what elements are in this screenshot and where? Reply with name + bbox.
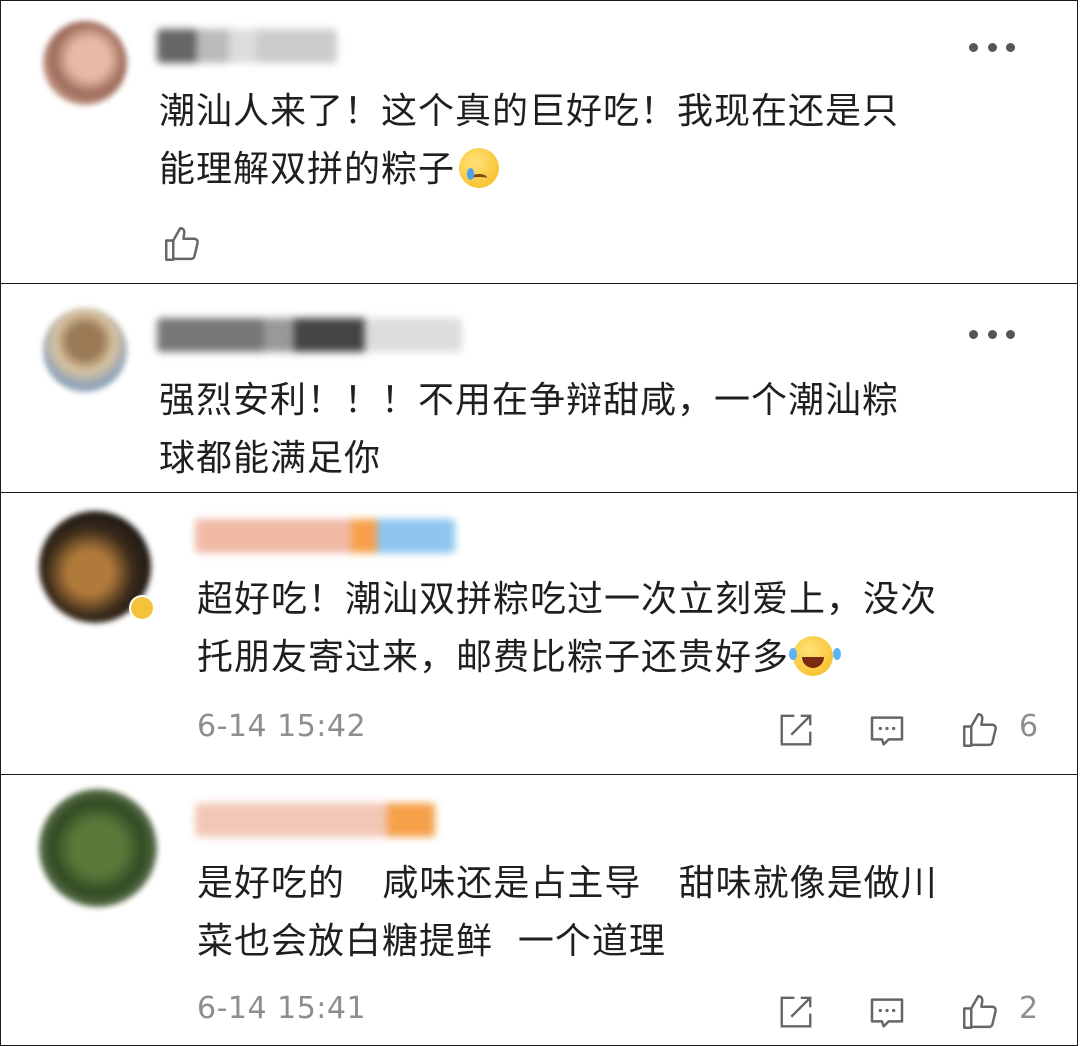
like-count: 2 — [1019, 991, 1039, 1026]
avatar[interactable] — [39, 789, 157, 907]
comment-card: 超好吃！潮汕双拼粽吃过一次立刻爱上，没次 托朋友寄过来，邮费比粽子还贵好多 6-… — [0, 492, 1078, 775]
comment-text-line: 能理解双拼的粽子 — [159, 141, 899, 199]
more-options-icon[interactable] — [969, 328, 1015, 340]
comment-card: 潮汕人来了！这个真的巨好吃！我现在还是只 能理解双拼的粽子 — [0, 0, 1078, 284]
avatar[interactable] — [43, 308, 127, 392]
comment-card: 是好吃的 咸味还是占主导 甜味就像是做川 菜也会放白糖提鲜 一个道理 6-14 … — [0, 774, 1078, 1046]
comment-timestamp: 6-14 15:42 — [197, 709, 367, 744]
comment-text: 潮汕人来了！这个真的巨好吃！我现在还是只 能理解双拼的粽子 — [159, 83, 899, 199]
like-icon[interactable] — [161, 223, 203, 265]
comment-text-line: 是好吃的 咸味还是占主导 甜味就像是做川 — [197, 863, 938, 904]
comment-text-line: 菜也会放白糖提鲜 一个道理 — [197, 921, 666, 962]
comment-icon[interactable] — [867, 993, 907, 1033]
like-count: 6 — [1019, 709, 1039, 744]
comment-text: 超好吃！潮汕双拼粽吃过一次立刻爱上，没次 托朋友寄过来，邮费比粽子还贵好多 — [197, 571, 937, 687]
like-icon[interactable] — [959, 709, 1001, 751]
comment-text-line: 托朋友寄过来，邮费比粽子还贵好多 — [197, 629, 937, 687]
comment-icon[interactable] — [867, 711, 907, 751]
more-options-icon[interactable] — [969, 41, 1015, 53]
username-blurred[interactable] — [195, 803, 435, 837]
username-blurred[interactable] — [195, 519, 455, 553]
comment-text-line: 球都能满足你 — [159, 438, 382, 479]
comment-timestamp: 6-14 15:41 — [197, 991, 367, 1026]
share-icon[interactable] — [777, 711, 815, 749]
comment-text: 是好吃的 咸味还是占主导 甜味就像是做川 菜也会放白糖提鲜 一个道理 — [197, 855, 938, 971]
share-icon[interactable] — [777, 993, 815, 1031]
username-blurred[interactable] — [157, 29, 337, 63]
comment-text-line: 超好吃！潮汕双拼粽吃过一次立刻爱上，没次 — [197, 579, 938, 620]
comment-text: 强烈安利！！！不用在争辩甜咸，一个潮汕粽 球都能满足你 — [159, 372, 899, 488]
laughing-crying-face-icon — [789, 636, 834, 676]
avatar[interactable] — [43, 21, 127, 105]
comment-card: 强烈安利！！！不用在争辩甜咸，一个潮汕粽 球都能满足你 — [0, 283, 1078, 493]
like-icon[interactable] — [959, 991, 1001, 1033]
comment-text-line: 潮汕人来了！这个真的巨好吃！我现在还是只 — [159, 91, 900, 132]
crying-face-icon — [459, 148, 500, 188]
username-blurred[interactable] — [157, 318, 462, 352]
comment-text-line: 强烈安利！！！不用在争辩甜咸，一个潮汕粽 — [159, 380, 900, 421]
verified-badge-icon — [129, 595, 155, 621]
